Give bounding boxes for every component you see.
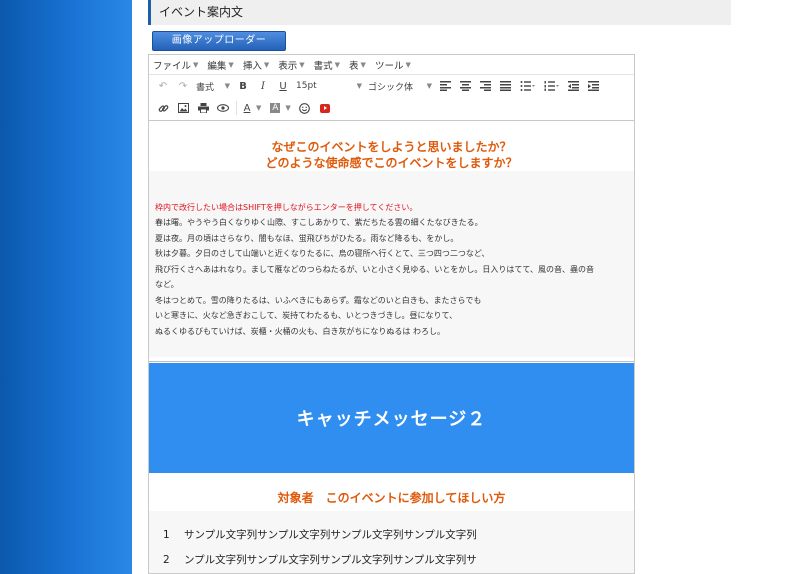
question-heading-line1: なぜこのイベントをしようと思いましたか？: [271, 140, 512, 154]
list-item: 1 サンプル文字列サンプル文字列サンプル文字列サンプル文字列: [163, 523, 634, 548]
bg-color-glyph: A: [270, 103, 281, 113]
chevron-down-icon: ▼: [334, 60, 341, 69]
list-text: サンプル文字列サンプル文字列サンプル文字列サンプル文字列: [184, 529, 477, 541]
target-list[interactable]: 1 サンプル文字列サンプル文字列サンプル文字列サンプル文字列 2 ンプル文字列サ…: [149, 511, 634, 573]
question-heading: なぜこのイベントをしようと思いましたか？ どのような使命感でこのイベントをします…: [149, 121, 634, 171]
print-icon[interactable]: [193, 99, 213, 117]
indent-icon[interactable]: [583, 77, 603, 95]
chevron-down-icon: ▼: [228, 60, 234, 69]
chevron-down-icon: ▼: [356, 82, 362, 90]
editor-menubar: ファイル ▼ 編集 ▼ 挿入 ▼ 表示 ▼ 書式 ▼ 表 ▼ ツール ▼: [149, 55, 634, 75]
emoticon-icon[interactable]: [295, 99, 315, 117]
font-size-value: 15pt: [296, 81, 317, 91]
menu-tools[interactable]: ツール ▼: [375, 58, 411, 72]
section-title: イベント案内文: [148, 0, 731, 25]
chevron-down-icon: ▼: [224, 82, 230, 90]
text-color-button[interactable]: A: [240, 99, 254, 117]
chevron-down-icon: ▼: [263, 60, 270, 69]
menu-format[interactable]: 書式 ▼: [314, 58, 340, 72]
editor-content[interactable]: なぜこのイベントをしようと思いましたか？ どのような使命感でこのイベントをします…: [149, 120, 634, 573]
bold-button[interactable]: B: [233, 77, 253, 95]
newline-instruction: 枠内で改行したい場合はSHIFTを押しながらエンターを押してください。: [155, 203, 418, 212]
menu-label: ファイル: [153, 60, 192, 72]
youtube-logo: [319, 103, 330, 113]
question-heading-line2: どのような使命感でこのイベントをしますか？: [265, 156, 518, 170]
font-family-value: ゴシック体: [368, 82, 414, 93]
align-right-icon[interactable]: [475, 77, 495, 95]
chevron-down-icon[interactable]: ▼: [256, 104, 261, 112]
menu-label: ツール: [374, 60, 404, 72]
side-gradient-panel: [0, 0, 132, 574]
list-number: 1: [163, 529, 170, 541]
chevron-down-icon: ▼: [360, 60, 366, 69]
menu-label: 編集: [207, 60, 227, 72]
menu-label: 表: [349, 60, 359, 72]
body-text-block[interactable]: 枠内で改行したい場合はSHIFTを押しながらエンターを押してください。 春は曙。…: [149, 171, 634, 357]
numbered-list-icon[interactable]: [539, 77, 563, 95]
catch-message-banner[interactable]: キャッチメッセージ２: [149, 363, 634, 473]
format-label: 書式: [196, 82, 215, 93]
redo-icon[interactable]: ↷: [173, 77, 193, 95]
chevron-down-icon: ▼: [299, 60, 305, 69]
align-center-icon[interactable]: [455, 77, 475, 95]
toolbar-row-1: ↶ ↷ 書式 ▼ B I U 15pt ▼ ゴシック体 ▼: [149, 75, 634, 97]
youtube-icon[interactable]: [315, 99, 335, 117]
body-line: など。: [155, 280, 179, 289]
body-line: 春は曙。やうやう白くなりゆく山際、すこしあかりて、紫だちたる雲の細くたなびきたる…: [155, 218, 483, 227]
menu-label: 書式: [313, 60, 333, 72]
undo-icon[interactable]: ↶: [153, 77, 173, 95]
section-divider: [149, 357, 634, 362]
chevron-down-icon[interactable]: ▼: [285, 104, 290, 112]
menu-file[interactable]: ファイル ▼: [153, 58, 198, 72]
target-audience-heading: 対象者 このイベントに参加してほしい方: [277, 491, 506, 505]
menu-insert[interactable]: 挿入 ▼: [243, 58, 269, 72]
font-family-dropdown[interactable]: ゴシック体 ▼: [365, 77, 435, 95]
link-icon[interactable]: [153, 99, 173, 117]
outdent-icon[interactable]: [563, 77, 583, 95]
body-line: ぬるくゆるびもていけば、炭櫃・火桶の火も、白き灰がちになりぬるは わろし。: [155, 326, 445, 336]
menu-label: 挿入: [242, 60, 262, 72]
underline-button[interactable]: U: [273, 77, 293, 95]
rich-text-editor: ファイル ▼ 編集 ▼ 挿入 ▼ 表示 ▼ 書式 ▼ 表 ▼ ツール ▼ ↶ ↷ 書式 ▼ B …: [148, 54, 635, 574]
italic-button[interactable]: I: [253, 77, 273, 95]
image-icon[interactable]: [173, 99, 193, 117]
menu-edit[interactable]: 編集 ▼: [207, 58, 233, 72]
font-size-dropdown[interactable]: 15pt ▼: [293, 77, 365, 95]
menu-label: 表示: [278, 60, 298, 72]
body-line: 冬はつとめて。雪の降りたるは、いふべきにもあらず。霜などのいと白きも、またさらで…: [155, 295, 482, 305]
chevron-down-icon: ▼: [426, 82, 432, 90]
toolbar-row-2: A ▼ A ▼: [149, 97, 634, 119]
list-text: ンプル文字列サンプル文字列サンプル文字列サンプル文字列サ: [184, 554, 477, 566]
bullet-list-icon[interactable]: [515, 77, 539, 95]
toolbar-divider: [236, 101, 237, 115]
chevron-down-icon: ▼: [193, 60, 199, 69]
align-justify-icon[interactable]: [495, 77, 515, 95]
menu-table[interactable]: 表 ▼: [349, 58, 366, 72]
body-line: 秋は夕暮。夕日のさして山端いと近くなりたるに、烏の寝所へ行くとて、三つ四つ二つな…: [155, 249, 490, 258]
list-number: 2: [163, 554, 170, 566]
image-uploader-button[interactable]: 画像アップローダー: [152, 31, 286, 51]
menu-view[interactable]: 表示 ▼: [278, 58, 304, 72]
align-left-icon[interactable]: [435, 77, 455, 95]
format-dropdown[interactable]: 書式 ▼: [193, 77, 233, 95]
chevron-down-icon: ▼: [405, 60, 411, 69]
body-line: 飛び行くさへあはれなり。まして雁などのつらねたるが、いと小さく見ゆる、いとをかし…: [155, 264, 595, 274]
preview-eye-icon[interactable]: [213, 99, 233, 117]
body-line: 夏は夜。月の頃はさらなり、闇もなほ、蛍飛びちがひたる。雨など降るも、をかし。: [155, 233, 459, 243]
body-line: いと寒きに、火など急ぎおこして、炭持てわたるも、いとつきづきし。昼になりて、: [155, 311, 458, 320]
background-color-button[interactable]: A: [267, 99, 283, 117]
list-item: 2 ンプル文字列サンプル文字列サンプル文字列サンプル文字列サ: [163, 548, 634, 573]
